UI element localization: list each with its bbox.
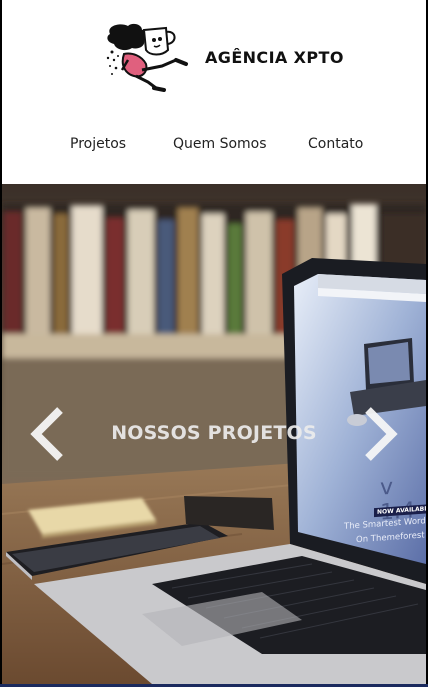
chevron-right-icon — [365, 407, 398, 461]
brand-name: AGÊNCIA XPTO — [205, 48, 344, 67]
nav-item-projetos[interactable]: Projetos — [70, 136, 126, 152]
main-nav: Projetos Quem Somos Contato — [2, 136, 426, 156]
page: AGÊNCIA XPTO Projetos Quem Somos Contato — [0, 0, 428, 687]
carousel-next-button[interactable] — [360, 406, 402, 462]
cartoon-character-logo-icon — [106, 23, 188, 92]
site-header: AGÊNCIA XPTO Projetos Quem Somos Contato — [2, 0, 426, 184]
hero-carousel: v 1.4 NOW AVAILABLE The Smartest WordPre… — [2, 184, 426, 684]
logo[interactable]: AGÊNCIA XPTO — [102, 20, 362, 95]
nav-item-quem-somos[interactable]: Quem Somos — [173, 136, 267, 152]
nav-item-contato[interactable]: Contato — [308, 136, 363, 152]
